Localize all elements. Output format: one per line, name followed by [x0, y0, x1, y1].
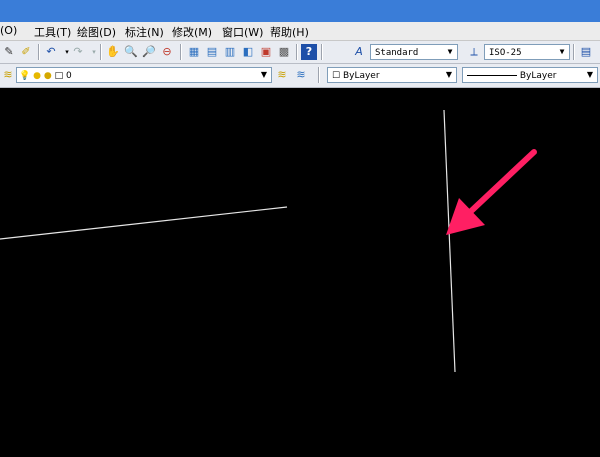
- title-bar: [0, 0, 600, 22]
- color-swatch-icon: □: [54, 71, 64, 81]
- dim-style-icon[interactable]: ⟂: [466, 44, 482, 60]
- annotation-arrow-icon: [446, 149, 537, 235]
- layers-toolbar: ≋ 💡 ● ● □ 0 ▼ ≋ ≋ ☐ ByLayer ▼ ByLayer ▼: [0, 64, 600, 88]
- design-center-icon[interactable]: ▤: [204, 44, 220, 60]
- color-value: ByLayer: [342, 71, 380, 81]
- text-style-value: Standard: [375, 48, 419, 58]
- chevron-down-icon: ▼: [260, 70, 268, 79]
- chevron-down-icon: ▼: [586, 70, 594, 79]
- color-control[interactable]: ☐ ByLayer ▼: [327, 67, 457, 83]
- zoom-window-icon[interactable]: 🔎: [141, 44, 157, 60]
- match-properties-icon[interactable]: ✐: [18, 44, 34, 60]
- menu-bar: (O) 工具(T) 绘图(D) 标注(N) 修改(M) 窗口(W) 帮助(H): [0, 22, 600, 41]
- tool-palettes-icon[interactable]: ▥: [222, 44, 238, 60]
- zoom-previous-icon[interactable]: ⊖: [159, 44, 175, 60]
- layer-select[interactable]: 💡 ● ● □ 0 ▼: [16, 67, 272, 83]
- menu-draw[interactable]: 绘图(D): [77, 24, 116, 40]
- pan-icon[interactable]: ✋: [105, 44, 121, 60]
- markup-set-icon[interactable]: ▣: [258, 44, 274, 60]
- layer-previous-icon[interactable]: ≋: [293, 67, 309, 83]
- layer-name: 0: [65, 71, 72, 81]
- linetype-sample: [467, 75, 517, 76]
- chevron-down-icon: ▼: [559, 47, 565, 56]
- drawing-area[interactable]: [0, 88, 600, 453]
- table-style-icon[interactable]: ▤: [578, 44, 594, 60]
- standard-toolbar: ✎ ✐ ↶ ▾ ↷ ▾ ✋ 🔍 🔎 ⊖ ▦ ▤ ▥ ◧ ▣ ▩ ? A Stan…: [0, 41, 600, 64]
- zoom-realtime-icon[interactable]: 🔍: [123, 44, 139, 60]
- sheet-set-icon[interactable]: ◧: [240, 44, 256, 60]
- properties-icon[interactable]: ▦: [186, 44, 202, 60]
- menu-dimension[interactable]: 标注(N): [125, 24, 164, 40]
- redo-icon[interactable]: ↷: [70, 44, 86, 60]
- chevron-down-icon: ▼: [447, 47, 453, 56]
- drawing-canvas: [0, 109, 537, 373]
- color-swatch-icon: ☐: [332, 71, 341, 81]
- menu-modify[interactable]: 修改(M): [172, 24, 212, 40]
- undo-icon[interactable]: ↶: [43, 44, 59, 60]
- pencil-icon[interactable]: ✎: [1, 44, 17, 60]
- menu-window[interactable]: 窗口(W): [222, 24, 263, 40]
- layer-manager-icon[interactable]: ≋: [0, 67, 16, 83]
- lightbulb-icon: 💡: [19, 71, 31, 81]
- menu-help[interactable]: 帮助(H): [270, 24, 309, 40]
- lock-icon: ●: [43, 71, 52, 81]
- menu-format[interactable]: (O): [0, 24, 17, 37]
- dim-style-select[interactable]: ISO-25 ▼: [484, 44, 570, 60]
- text-style-select[interactable]: Standard ▼: [370, 44, 458, 60]
- calculator-icon[interactable]: ▩: [276, 44, 292, 60]
- drawn-line-horizontal[interactable]: [0, 206, 288, 240]
- chevron-down-icon: ▼: [445, 70, 453, 79]
- help-icon[interactable]: ?: [301, 44, 317, 60]
- linetype-value: ByLayer: [519, 71, 557, 81]
- dim-style-value: ISO-25: [489, 48, 522, 58]
- make-layer-current-icon[interactable]: ≋: [274, 67, 290, 83]
- text-style-icon[interactable]: A: [351, 44, 367, 60]
- sun-icon: ●: [33, 71, 41, 81]
- menu-tools[interactable]: 工具(T): [34, 24, 71, 40]
- linetype-control[interactable]: ByLayer ▼: [462, 67, 598, 83]
- drawn-line-vertical[interactable]: [443, 109, 456, 373]
